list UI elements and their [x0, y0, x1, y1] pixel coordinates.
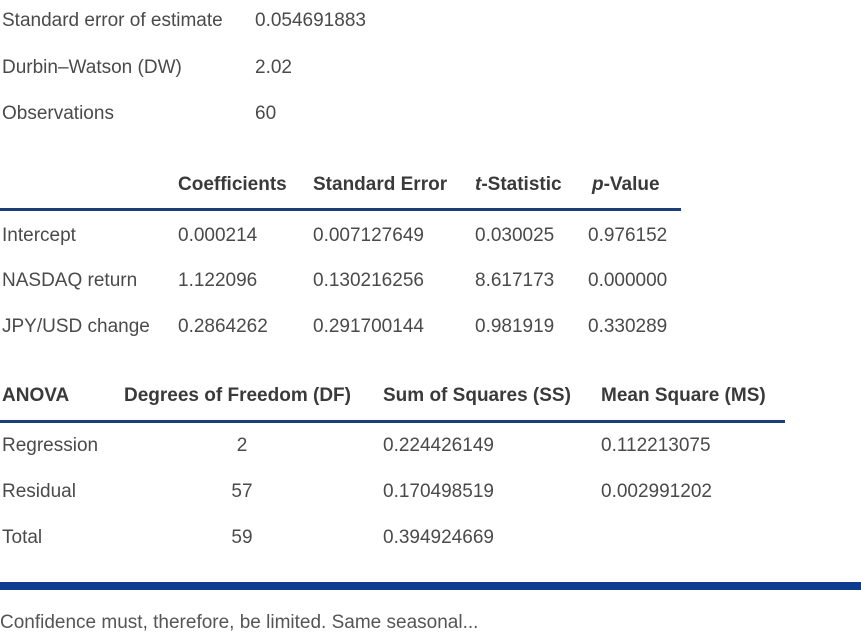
header-ss: Sum of Squares (SS) [383, 385, 571, 406]
row-name: JPY/USD change [2, 316, 150, 337]
footer-partial-text: Confidence must, therefore, be limited. … [0, 612, 479, 633]
p-italic: p [592, 174, 604, 195]
header-p-value: p-Value [592, 174, 660, 196]
stat-label: Standard error of estimate [2, 10, 223, 31]
row-t: 0.030025 [475, 225, 555, 246]
t-rest: -Statistic [481, 174, 562, 195]
header-anova: ANOVA [2, 385, 70, 406]
row-ms: 0.112213075 [601, 435, 711, 456]
row-ss: 0.170498519 [383, 481, 494, 502]
stat-value: 2.02 [255, 57, 292, 78]
header-rule [0, 208, 681, 211]
row-p: 0.976152 [588, 225, 668, 246]
row-se: 0.130216256 [313, 270, 424, 291]
row-p: 0.000000 [588, 270, 668, 291]
row-name: Residual [2, 481, 76, 502]
row-se: 0.007127649 [313, 225, 424, 246]
header-coefficients: Coefficients [178, 174, 287, 195]
header-standard-error: Standard Error [313, 174, 448, 195]
row-se: 0.291700144 [313, 316, 424, 337]
stat-label: Durbin–Watson (DW) [2, 57, 182, 78]
stat-value: 60 [255, 103, 277, 124]
row-t: 8.617173 [475, 270, 555, 291]
row-ms: 0.002991202 [601, 481, 712, 502]
row-p: 0.330289 [588, 316, 668, 337]
row-name: NASDAQ return [2, 270, 138, 291]
stat-label: Observations [2, 103, 114, 124]
row-df: 57 [231, 481, 253, 502]
row-t: 0.981919 [475, 316, 555, 337]
row-df: 59 [231, 527, 253, 548]
header-df: Degrees of Freedom (DF) [124, 385, 351, 406]
row-name: Regression [2, 435, 99, 456]
footer-divider-bar [0, 582, 861, 590]
header-ms: Mean Square (MS) [601, 385, 766, 406]
row-name: Total [2, 527, 43, 548]
stat-value: 0.054691883 [255, 10, 366, 31]
row-ss: 0.394924669 [383, 527, 494, 548]
p-rest: -Value [603, 174, 660, 195]
row-coef: 0.000214 [178, 225, 258, 246]
row-coef: 0.2864262 [178, 316, 268, 337]
row-ss: 0.224426149 [383, 435, 494, 456]
header-t-statistic: t-Statistic [475, 174, 562, 196]
row-name: Intercept [2, 225, 76, 246]
anova-header-rule [0, 420, 785, 423]
row-coef: 1.122096 [178, 270, 258, 291]
row-df: 2 [236, 435, 248, 456]
